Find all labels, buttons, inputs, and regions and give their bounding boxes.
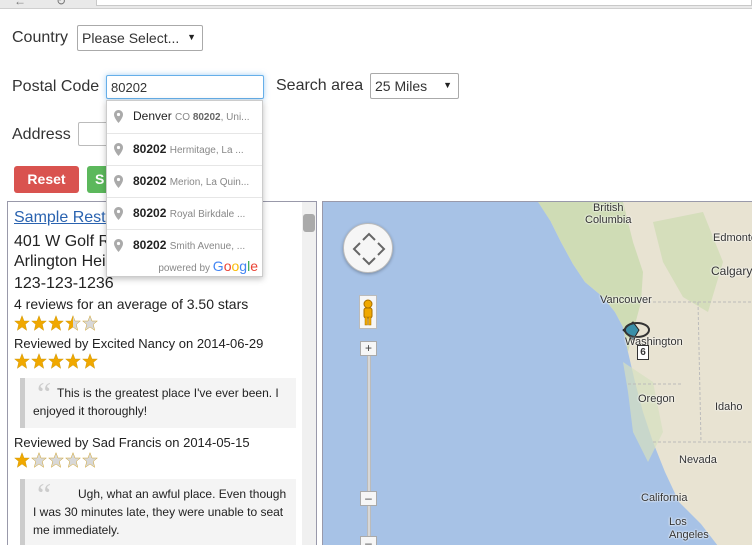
suggestion-secondary: Hermitage, La ... xyxy=(169,145,244,156)
autocomplete-suggestion[interactable]: 80202 Royal Birkdale ... xyxy=(107,197,262,229)
review-rating-stars xyxy=(14,353,99,369)
address-label: Address xyxy=(12,126,71,143)
star-icon xyxy=(31,452,47,468)
scrollbar-thumb[interactable] xyxy=(303,214,315,232)
suggestion-secondary: CO 80202, Uni... xyxy=(175,112,250,123)
reset-button[interactable]: Reset xyxy=(14,166,79,193)
zoom-out-button[interactable]: – xyxy=(360,536,377,545)
map-pin-icon xyxy=(114,239,123,252)
star-icon xyxy=(82,452,98,468)
map-pin-icon xyxy=(114,143,123,156)
suggestion-main: 80202 xyxy=(133,142,167,156)
rating-summary: 4 reviews for an average of 3.50 stars xyxy=(14,296,249,312)
review-quote: “ Ugh, what an awful place. Even though … xyxy=(20,476,296,545)
map-label-calgary: Calgary xyxy=(711,264,752,278)
restaurant-address-line1: 401 W Golf R xyxy=(14,233,111,250)
map-pin-icon xyxy=(114,175,123,188)
map-label-nevada: Nevada xyxy=(679,454,717,466)
suggestion-secondary: Royal Birkdale ... xyxy=(169,209,246,220)
suggestion-text: 80202 Smith Avenue, ... xyxy=(133,230,258,261)
map-label-british-columbia: British Columbia xyxy=(585,202,632,226)
autocomplete-suggestion[interactable]: 80202 Merion, La Quin... xyxy=(107,165,262,197)
postal-code-label: Postal Code xyxy=(12,78,100,95)
map-label-washington: Washington xyxy=(625,336,683,348)
map[interactable]: British Columbia Edmonton Calgary Vancou… xyxy=(322,201,752,545)
star-icon xyxy=(65,452,81,468)
autocomplete-suggestion[interactable]: 80202 Smith Avenue, ... xyxy=(107,229,262,261)
restaurant-name-link[interactable]: Sample Resta xyxy=(14,209,115,227)
address-bar[interactable] xyxy=(96,0,752,6)
map-label-california: California xyxy=(641,492,688,504)
map-label-idaho: Idaho xyxy=(715,401,743,413)
review-author: Reviewed by Excited Nancy on 2014-06-29 xyxy=(14,336,264,351)
zoom-slider-handle[interactable]: – xyxy=(360,491,377,506)
star-icon xyxy=(48,452,64,468)
review-rating-stars xyxy=(14,452,99,468)
star-icon xyxy=(31,353,47,369)
address-input[interactable] xyxy=(78,122,108,146)
postal-autocomplete-dropdown: Denver CO 80202, Uni... 80202 Hermitage, … xyxy=(106,100,263,277)
pan-arrows-icon xyxy=(352,232,386,266)
country-select[interactable]: Please Select... ▼ xyxy=(77,25,203,51)
map-pin-icon xyxy=(114,110,123,123)
search-area-select[interactable]: 25 Miles ▼ xyxy=(370,73,459,99)
star-icon xyxy=(82,315,98,331)
star-icon xyxy=(14,452,30,468)
map-label-edmonton: Edmonton xyxy=(713,232,752,244)
autocomplete-suggestion[interactable]: 80202 Hermitage, La ... xyxy=(107,133,262,165)
map-label-vancouver: Vancouver xyxy=(600,294,652,306)
restaurant-phone: 123-123-1236 xyxy=(14,275,114,292)
review-text: This is the greatest place I've ever bee… xyxy=(33,386,279,418)
suggestion-main: 80202 xyxy=(133,206,167,220)
restaurant-address-line2: Arlington Hei xyxy=(14,253,106,270)
star-icon xyxy=(82,353,98,369)
search-area-label: Search area xyxy=(276,77,364,94)
suggestion-main: Denver xyxy=(133,109,172,123)
map-label-oregon: Oregon xyxy=(638,393,675,405)
panel-scrollbar[interactable] xyxy=(302,202,316,545)
postal-code-input[interactable] xyxy=(106,75,264,99)
google-logo-letter: G xyxy=(212,258,224,274)
google-logo-letter: e xyxy=(250,258,258,274)
suggestion-text: Denver CO 80202, Uni... xyxy=(133,101,258,133)
suggestion-text: 80202 Royal Birkdale ... xyxy=(133,198,258,229)
average-rating-stars xyxy=(14,315,99,331)
suggestion-main: 80202 xyxy=(133,238,167,252)
autocomplete-suggestion[interactable]: Denver CO 80202, Uni... xyxy=(107,101,262,133)
review-text: Ugh, what an awful place. Even though I … xyxy=(33,487,287,537)
powered-by-google: powered by Google xyxy=(158,258,258,274)
marker-cluster-count[interactable]: 6 xyxy=(637,345,649,360)
map-label-los-angeles: Los Angeles xyxy=(669,516,709,541)
suggestion-text: 80202 Merion, La Quin... xyxy=(133,166,258,197)
star-icon xyxy=(65,353,81,369)
star-icon xyxy=(48,353,64,369)
google-logo: Google xyxy=(213,258,258,274)
street-view-pegman-icon[interactable] xyxy=(359,295,377,329)
star-icon xyxy=(48,315,64,331)
search-area-select-box[interactable]: 25 Miles xyxy=(370,73,459,99)
map-pin-icon xyxy=(114,207,123,220)
suggestion-text: 80202 Hermitage, La ... xyxy=(133,134,258,165)
google-logo-letter: g xyxy=(239,258,248,274)
back-icon[interactable]: ← xyxy=(14,0,26,8)
star-icon xyxy=(14,353,30,369)
suggestion-secondary: Smith Avenue, ... xyxy=(169,241,246,252)
pan-control[interactable] xyxy=(343,223,393,273)
country-label: Country xyxy=(12,29,69,46)
browser-toolbar: ← ↻ xyxy=(0,0,752,9)
reload-icon[interactable]: ↻ xyxy=(56,0,66,8)
suggestion-secondary: Merion, La Quin... xyxy=(169,177,250,188)
star-icon xyxy=(31,315,47,331)
star-icon xyxy=(14,315,30,331)
review-author: Reviewed by Sad Francis on 2014-05-15 xyxy=(14,435,250,450)
star-icon xyxy=(65,315,81,331)
review-quote: “ This is the greatest place I've ever b… xyxy=(20,375,296,428)
country-select-box[interactable]: Please Select... xyxy=(77,25,203,51)
zoom-slider[interactable] xyxy=(367,350,371,545)
suggestion-main: 80202 xyxy=(133,174,167,188)
zoom-in-button[interactable]: + xyxy=(360,341,377,356)
